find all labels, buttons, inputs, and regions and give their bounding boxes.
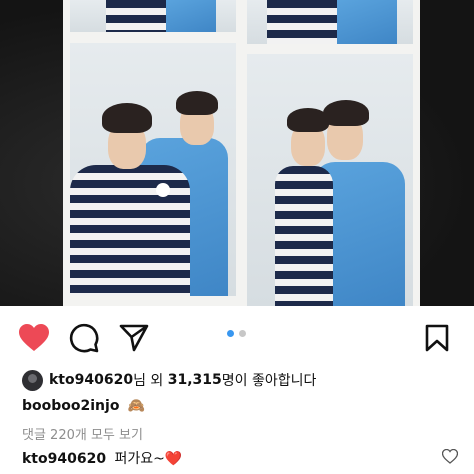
comment-row: kto940620 퍼가요~❤️ (22, 448, 182, 468)
caption-emoji: 🙈 (127, 398, 146, 414)
avatar[interactable] (22, 369, 43, 391)
photo-frame-right (247, 54, 413, 306)
post-photo[interactable] (0, 0, 474, 306)
post-action-bar (0, 318, 474, 358)
likes-suffix-2: 명이 좋아합니다 (221, 373, 317, 389)
comment-text: 퍼가요~ (114, 451, 165, 467)
bookmark-icon[interactable] (425, 324, 449, 352)
comment-username[interactable]: kto940620 (22, 451, 106, 467)
carousel-dot (239, 330, 246, 337)
send-icon[interactable] (119, 324, 149, 352)
caption: booboo2injo 🙈 (22, 398, 145, 414)
likes-suffix-1: 님 외 (133, 373, 168, 389)
photo-frame-top-right (247, 0, 413, 44)
photo-frame-top-left (70, 0, 236, 32)
caption-username[interactable]: booboo2injo (22, 398, 119, 414)
view-all-comments-link[interactable]: 댓글 220개 모두 보기 (22, 424, 143, 443)
likes-count[interactable]: 31,315 (168, 372, 222, 388)
carousel-indicator (225, 330, 249, 338)
comment-like-heart-icon[interactable] (442, 449, 458, 464)
likes-row[interactable]: kto940620 님 외 31,315 명이 좋아합니다 (22, 369, 316, 391)
comment-emoji: ❤️ (164, 451, 183, 467)
photo-frame-left (70, 43, 236, 296)
comment-icon[interactable] (69, 323, 99, 353)
carousel-dot-active (227, 330, 234, 337)
heart-filled-icon[interactable] (18, 323, 50, 353)
likes-username[interactable]: kto940620 (49, 372, 133, 388)
